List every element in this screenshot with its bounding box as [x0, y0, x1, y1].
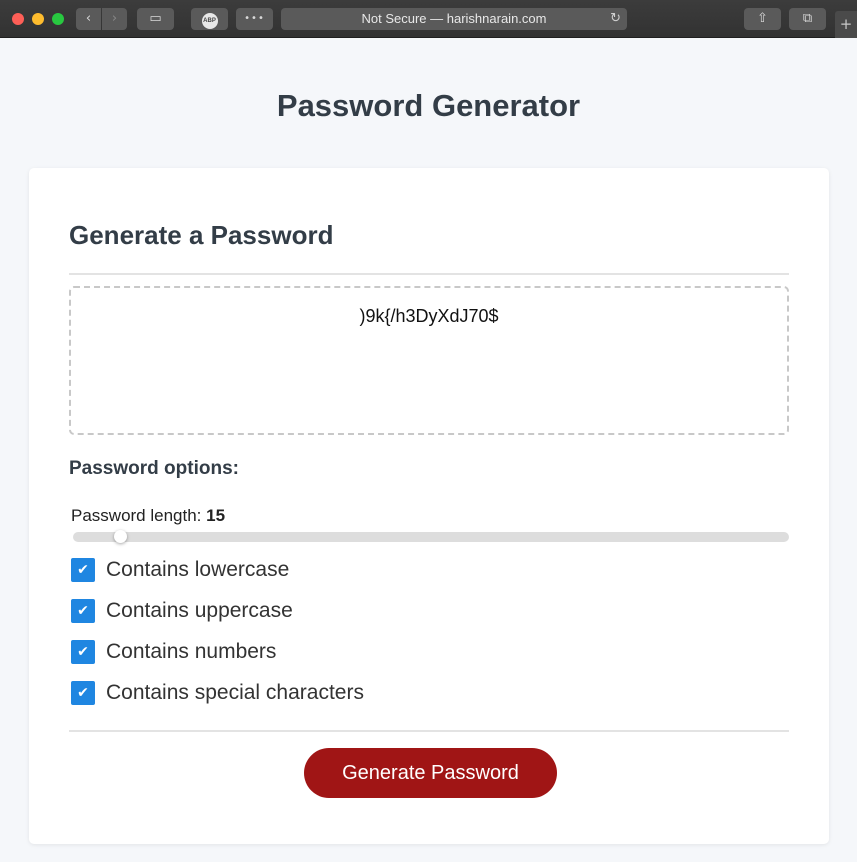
more-dots-icon: ••• — [244, 13, 265, 24]
share-button[interactable]: ⇧ — [744, 8, 781, 30]
tabs-icon: ⧉ — [802, 11, 813, 26]
option-uppercase[interactable]: ✔ Contains uppercase — [71, 599, 293, 623]
option-lowercase[interactable]: ✔ Contains lowercase — [71, 558, 289, 582]
option-numbers[interactable]: ✔ Contains numbers — [71, 640, 276, 664]
checkmark-icon: ✔ — [77, 644, 89, 660]
checkbox-special-characters[interactable]: ✔ — [71, 681, 95, 705]
share-icon: ⇧ — [757, 11, 768, 26]
password-text[interactable]: )9k{/h3DyXdJ70$ — [359, 306, 498, 326]
divider — [69, 273, 789, 275]
adblock-icon: ABP — [201, 13, 218, 29]
address-bar[interactable]: Not Secure — harishnarain.com ↻ — [281, 8, 627, 30]
generator-card: Generate a Password )9k{/h3DyXdJ70$ Pass… — [29, 168, 829, 844]
chevron-right-icon: › — [111, 11, 118, 26]
length-label: Password length: 15 — [71, 506, 225, 526]
sidebar-toggle-button[interactable]: ▭ — [137, 8, 174, 30]
sidebar-icon: ▭ — [149, 11, 162, 26]
browser-toolbar: ‹ › ▭ ABP ••• Not Secure — harishnarain.… — [0, 0, 857, 38]
reload-icon[interactable]: ↻ — [610, 8, 621, 30]
address-bar-text: Not Secure — harishnarain.com — [361, 11, 547, 26]
close-window-button[interactable] — [12, 13, 24, 25]
checkbox-lowercase[interactable]: ✔ — [71, 558, 95, 582]
more-extensions-button[interactable]: ••• — [236, 8, 273, 30]
checkbox-numbers[interactable]: ✔ — [71, 640, 95, 664]
forward-button[interactable]: › — [102, 8, 127, 30]
zoom-window-button[interactable] — [52, 13, 64, 25]
new-tab-button[interactable]: + — [835, 11, 857, 38]
divider — [69, 730, 789, 732]
option-label: Contains lowercase — [106, 558, 290, 581]
options-heading: Password options: — [69, 458, 239, 479]
plus-icon: + — [839, 15, 853, 33]
card-heading: Generate a Password — [69, 220, 334, 250]
tab-overview-button[interactable]: ⧉ — [789, 8, 826, 30]
checkmark-icon: ✔ — [77, 603, 89, 619]
checkmark-icon: ✔ — [77, 685, 89, 701]
page-title: Password Generator — [276, 88, 581, 123]
length-value: 15 — [206, 506, 226, 525]
minimize-window-button[interactable] — [32, 13, 44, 25]
back-button[interactable]: ‹ — [76, 8, 101, 30]
checkmark-icon: ✔ — [77, 562, 89, 578]
adblock-extension-button[interactable]: ABP — [191, 8, 228, 30]
password-output[interactable]: )9k{/h3DyXdJ70$ — [69, 286, 789, 435]
option-special-characters[interactable]: ✔ Contains special characters — [71, 681, 364, 705]
chevron-left-icon: ‹ — [85, 11, 92, 26]
option-label: Contains numbers — [106, 640, 277, 663]
option-label: Contains uppercase — [106, 599, 293, 622]
checkbox-uppercase[interactable]: ✔ — [71, 599, 95, 623]
length-slider[interactable] — [73, 530, 789, 543]
length-slider-thumb[interactable] — [113, 530, 127, 543]
generate-password-button[interactable]: Generate Password — [304, 748, 557, 798]
option-label: Contains special characters — [106, 681, 364, 704]
length-label-text: Password length: — [71, 506, 207, 525]
